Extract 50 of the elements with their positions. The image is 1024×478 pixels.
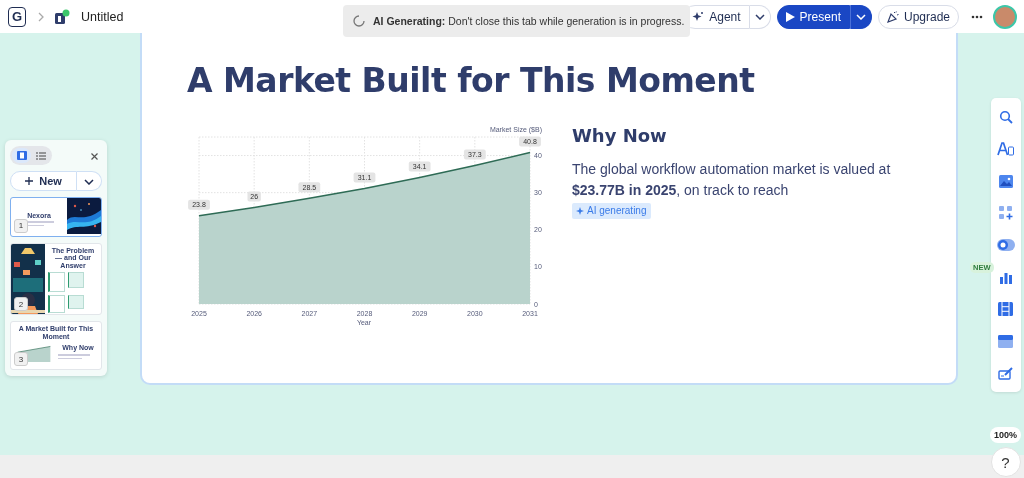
search-icon bbox=[998, 110, 1013, 124]
bar-chart-icon bbox=[998, 270, 1013, 284]
sparkle-icon bbox=[692, 10, 705, 23]
card-thumbnail bbox=[48, 294, 65, 313]
card-thumbnail bbox=[68, 294, 84, 309]
slide-number: 3 bbox=[14, 352, 28, 366]
party-popper-icon bbox=[886, 10, 899, 23]
slide-number: 2 bbox=[14, 297, 28, 312]
upgrade-button[interactable]: Upgrade bbox=[877, 4, 959, 29]
grid-view-button[interactable] bbox=[12, 148, 31, 163]
slides-icon[interactable] bbox=[54, 8, 70, 25]
toggle-tool[interactable] bbox=[995, 236, 1016, 254]
table-icon bbox=[998, 302, 1013, 316]
toggle-icon bbox=[996, 239, 1015, 251]
new-slide-button[interactable]: New bbox=[10, 171, 77, 191]
card-thumbnail bbox=[48, 271, 65, 292]
text-tool[interactable] bbox=[995, 140, 1016, 158]
caret-icon bbox=[754, 13, 765, 20]
edit-icon bbox=[997, 366, 1014, 380]
list-icon bbox=[35, 151, 46, 160]
play-icon bbox=[785, 11, 795, 22]
status-message: AI Generating: Don't close this tab while generation is in progress. bbox=[373, 15, 685, 27]
film-icon bbox=[16, 151, 27, 160]
ai-generating-badge: AI generating bbox=[572, 203, 651, 219]
avatar[interactable] bbox=[993, 4, 1017, 29]
caret-icon bbox=[84, 179, 94, 186]
table-tool[interactable] bbox=[995, 300, 1016, 318]
present-button[interactable]: Present bbox=[776, 4, 850, 29]
slide-title: A Market Built for This Moment bbox=[187, 61, 756, 100]
body-text: The global workflow automation market is valued at $23.77B in 2025, on track to reach bbox=[572, 160, 892, 200]
add-blocks-icon bbox=[998, 206, 1013, 220]
close-icon bbox=[91, 153, 98, 160]
logo[interactable]: G bbox=[8, 6, 26, 27]
font-icon bbox=[996, 142, 1015, 156]
card-icon bbox=[998, 334, 1013, 348]
plus-icon bbox=[25, 176, 34, 185]
card-tool[interactable] bbox=[995, 332, 1016, 350]
document-title[interactable]: Untitled bbox=[81, 9, 124, 24]
spinner-icon bbox=[353, 15, 365, 27]
sparkle-icon bbox=[576, 207, 584, 215]
dropdown-button[interactable] bbox=[849, 4, 872, 29]
chevron-icon bbox=[38, 11, 44, 22]
caret-icon bbox=[855, 13, 866, 20]
image-icon bbox=[998, 174, 1013, 188]
edit-tool[interactable] bbox=[995, 364, 1016, 382]
more-icon[interactable] bbox=[971, 14, 983, 19]
card-thumbnail bbox=[68, 271, 84, 288]
section-heading: Why Now bbox=[572, 125, 668, 146]
zoom-level[interactable]: 100% bbox=[990, 427, 1022, 443]
slide-number: 1 bbox=[14, 218, 28, 233]
